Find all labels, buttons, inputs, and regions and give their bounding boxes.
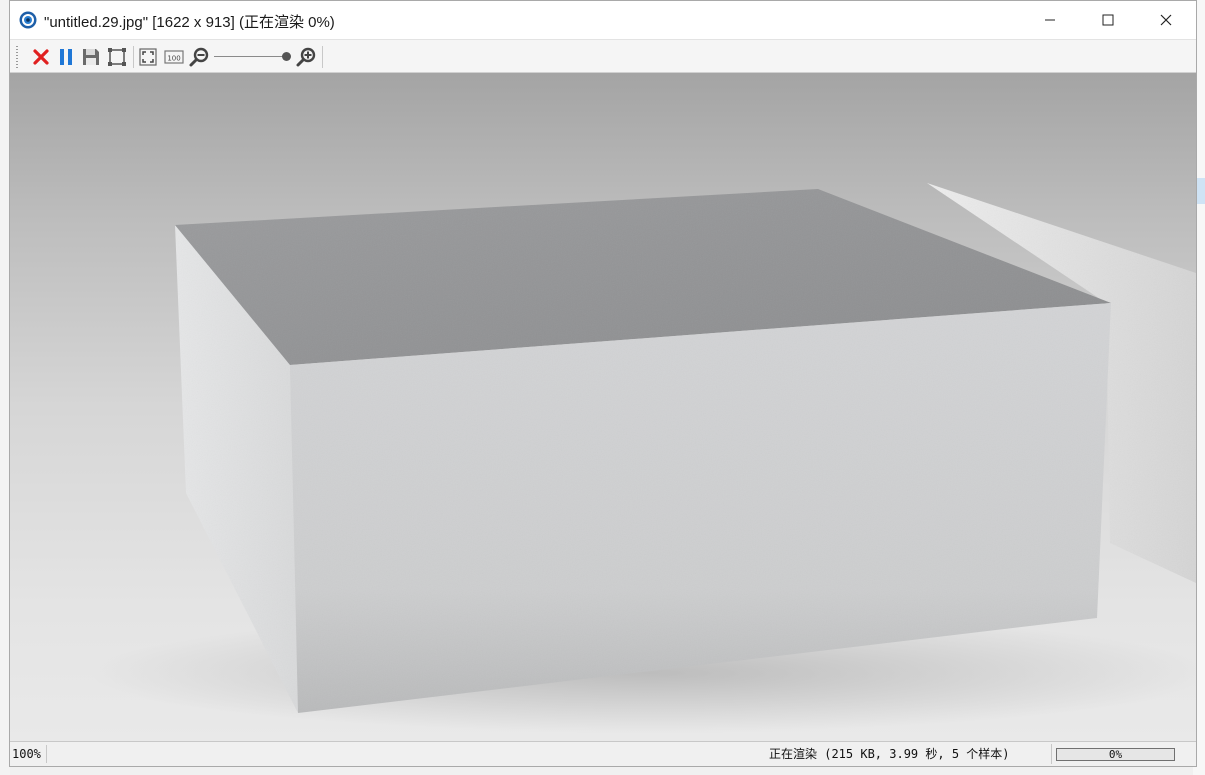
pause-icon	[60, 49, 72, 65]
toolbar-separator	[322, 46, 323, 68]
status-bar: 100% 正在渲染 (215 KB, 3.99 秒, 5 个样本) 0%	[10, 741, 1196, 766]
window-title: "untitled.29.jpg" [1622 x 913] (正在渲染 0%)	[44, 14, 335, 31]
title-bar[interactable]: "untitled.29.jpg" [1622 x 913] (正在渲染 0%)	[10, 1, 1196, 39]
zoom-out-icon	[189, 47, 209, 67]
zoom-slider-thumb[interactable]	[282, 52, 291, 61]
region-icon	[108, 48, 126, 66]
zoom-slider-track[interactable]	[214, 56, 288, 57]
stop-render-button[interactable]	[30, 46, 52, 68]
render-status-text: 正在渲染 (215 KB, 3.99 秒, 5 个样本)	[769, 747, 1010, 761]
render-image	[90, 183, 1196, 733]
red-x-icon	[33, 49, 49, 65]
fit-icon	[139, 48, 157, 66]
actual-size-button[interactable]: 100	[163, 46, 185, 68]
svg-text:100: 100	[167, 55, 180, 63]
keyshot-icon	[19, 11, 37, 29]
close-icon	[1160, 14, 1172, 26]
toolbar-grip[interactable]	[16, 46, 18, 68]
pause-button[interactable]	[55, 46, 77, 68]
maximize-icon	[1102, 14, 1114, 26]
100-icon: 100	[164, 50, 184, 64]
save-button[interactable]	[80, 46, 102, 68]
render-toolbar: 100	[10, 39, 1196, 73]
floppy-icon	[83, 49, 99, 65]
close-button[interactable]	[1137, 1, 1195, 39]
minimize-button[interactable]	[1021, 1, 1079, 39]
zoom-in-icon	[296, 47, 316, 67]
status-divider	[1051, 744, 1052, 764]
background-selection	[1196, 178, 1205, 204]
maximize-button[interactable]	[1079, 1, 1137, 39]
zoom-in-button[interactable]	[295, 46, 317, 68]
toolbar-separator	[133, 46, 134, 68]
crop-region-button[interactable]	[106, 46, 128, 68]
render-window: "untitled.29.jpg" [1622 x 913] (正在渲染 0%)	[9, 0, 1197, 767]
zoom-level: 100%	[10, 745, 47, 763]
progress-label: 0%	[1108, 748, 1123, 761]
zoom-out-button[interactable]	[188, 46, 210, 68]
minimize-icon	[1045, 19, 1055, 21]
render-progress-bar: 0%	[1056, 748, 1175, 761]
fit-view-button[interactable]	[137, 46, 159, 68]
render-viewport[interactable]	[10, 73, 1196, 741]
